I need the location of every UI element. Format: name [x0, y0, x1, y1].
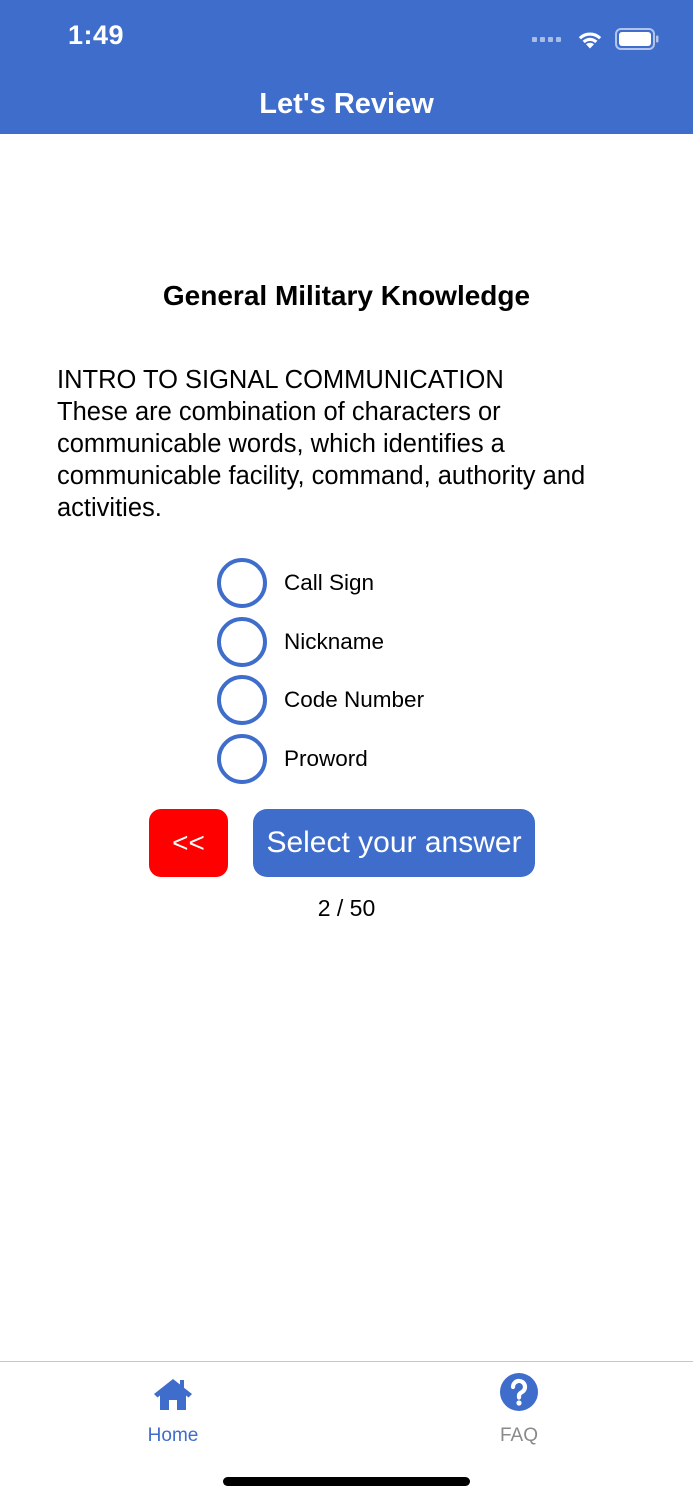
category-title: General Military Knowledge [162, 280, 531, 311]
radio-button[interactable] [217, 558, 267, 608]
option-label: Code Number [284, 687, 425, 712]
previous-question-button[interactable]: << [149, 809, 228, 877]
cellular-signal-icon [532, 36, 561, 42]
question-title: INTRO TO SIGNAL COMMUNICATION [57, 366, 504, 394]
select-answer-button[interactable]: Select your answer [253, 809, 535, 877]
option-label: Proword [284, 745, 368, 771]
option-label: Call Sign [284, 570, 375, 595]
home-indicator [223, 1477, 470, 1486]
answer-options: Call Sign Nickname Code Number Proword [217, 558, 424, 792]
option-nickname[interactable]: Nickname [217, 616, 424, 667]
question-progress: 2 / 50 [317, 895, 376, 921]
radio-button[interactable] [217, 675, 267, 725]
home-icon [154, 1379, 192, 1410]
navigation-header: 1:49 Let's Review [0, 0, 693, 134]
option-call-sign[interactable]: Call Sign [217, 558, 424, 608]
tab-faq[interactable]: FAQ [459, 1370, 579, 1447]
status-icons [532, 24, 659, 54]
tab-label: FAQ [499, 1425, 538, 1446]
question-text: These are combination of characters or c… [57, 398, 586, 522]
option-proword[interactable]: Proword [217, 733, 424, 784]
question-circle-icon [500, 1373, 538, 1411]
radio-button[interactable] [217, 616, 267, 667]
radio-button[interactable] [217, 733, 267, 784]
tab-label: Home [147, 1425, 199, 1446]
option-label: Nickname [284, 628, 385, 654]
tab-home[interactable]: Home [113, 1370, 233, 1447]
option-code-number[interactable]: Code Number [217, 675, 424, 725]
wifi-icon [578, 32, 602, 49]
question-block: INTRO TO SIGNAL COMMUNICATION These are … [57, 364, 647, 524]
status-time: 1:49 [68, 20, 125, 50]
battery-icon [615, 28, 659, 50]
page-title: Let's Review [259, 88, 434, 120]
